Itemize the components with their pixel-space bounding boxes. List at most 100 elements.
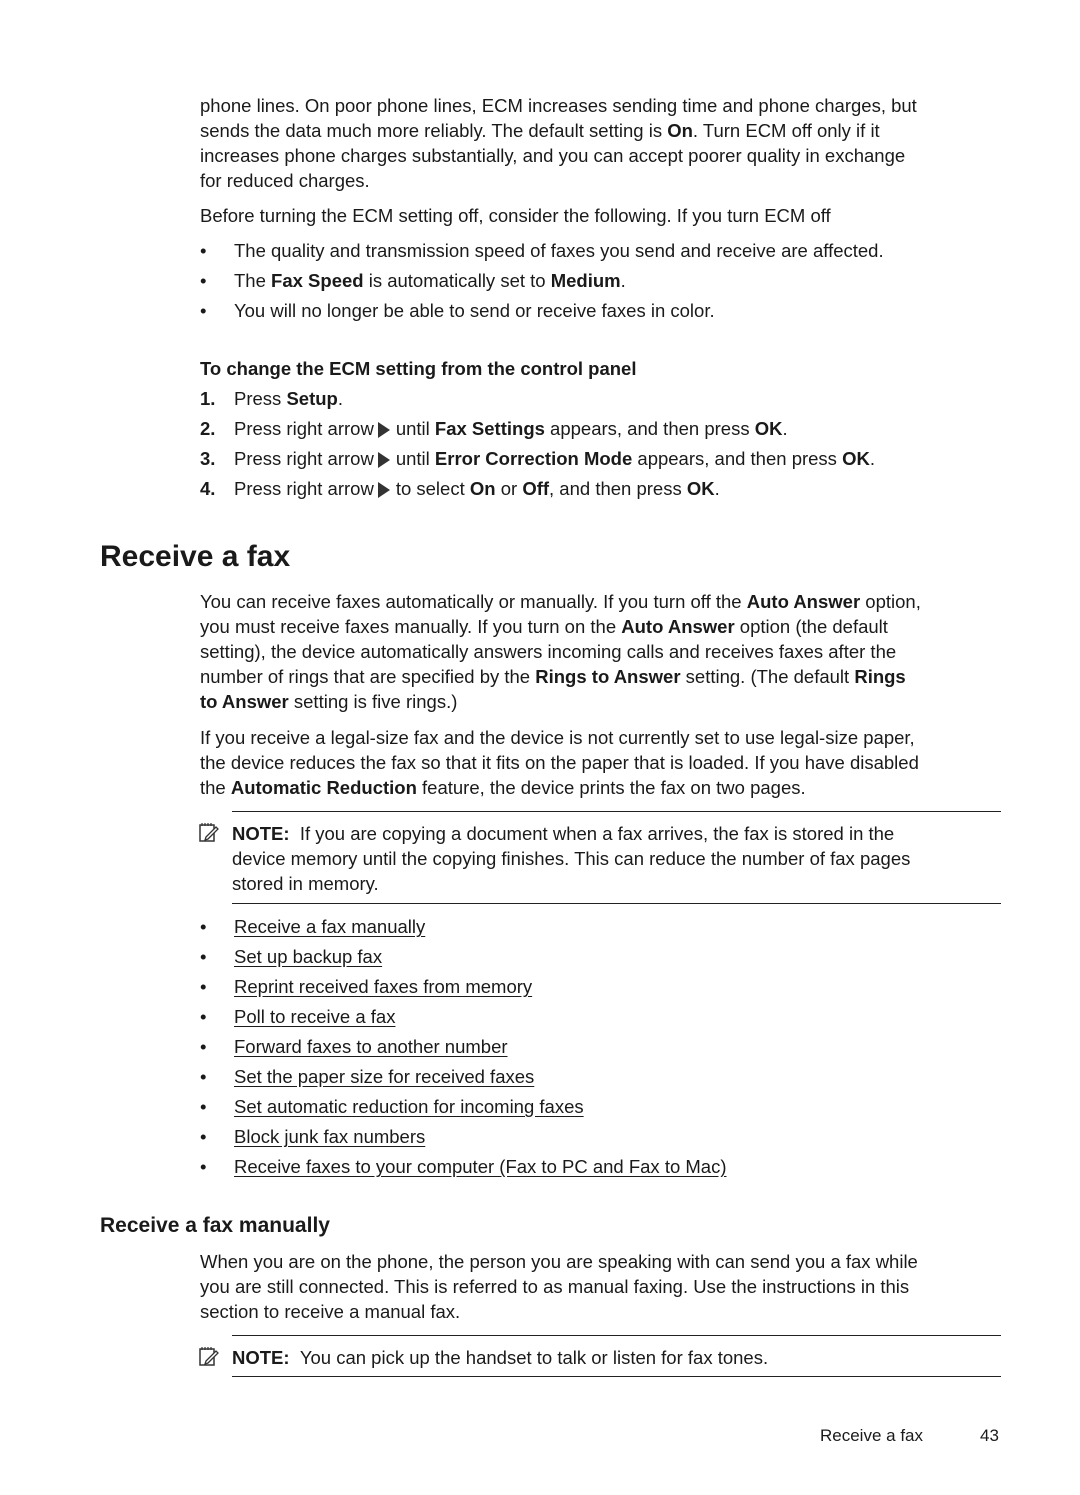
step-text: Press Setup.: [234, 388, 343, 409]
note-top-rule: [232, 1335, 1001, 1336]
link-poll-to-receive[interactable]: Poll to receive a fax: [234, 1004, 395, 1029]
bold-term: Rings: [854, 666, 906, 687]
bold-term: OK: [842, 448, 870, 469]
procedure-step: 3. Press right arrow until Error Correcti…: [200, 446, 1010, 471]
procedure-step: 2. Press right arrow until Fax Settings a…: [200, 416, 1010, 441]
page-number: 43: [980, 1426, 999, 1445]
intro-line: phone lines. On poor phone lines, ECM in…: [200, 95, 917, 116]
link-fax-to-pc[interactable]: Receive faxes to your computer (Fax to P…: [234, 1154, 727, 1179]
bullet-icon: •: [200, 976, 207, 997]
right-arrow-icon: [377, 452, 390, 468]
paragraph-line: the Automatic Reduction feature, the dev…: [200, 777, 806, 798]
ecm-bullet: • You will no longer be able to send or …: [200, 298, 1010, 323]
paragraph-line: When you are on the phone, the person yo…: [200, 1251, 918, 1272]
bold-term: Medium: [550, 270, 621, 291]
step-number: 1.: [200, 388, 216, 409]
bullet-icon: •: [200, 1066, 207, 1087]
link-item: • Set automatic reduction for incoming f…: [200, 1094, 1010, 1119]
bold-term: OK: [754, 418, 783, 439]
footer-section-name: Receive a fax: [820, 1426, 923, 1445]
procedure-step: 4. Press right arrow to select On or Off,…: [200, 476, 1010, 501]
bold-term: Error Correction Mode: [434, 448, 633, 469]
manual-paragraph: When you are on the phone, the person yo…: [200, 1249, 1010, 1324]
bullet-icon: •: [200, 1036, 207, 1057]
note-icon: [199, 1347, 219, 1366]
legal-size-paragraph: If you receive a legal-size fax and the …: [200, 725, 1010, 800]
link-block-junk-fax[interactable]: Block junk fax numbers: [234, 1124, 425, 1149]
note-bottom-rule: [232, 1376, 1001, 1377]
note-body: NOTE: You can pick up the handset to tal…: [232, 1345, 1007, 1370]
link-forward-faxes[interactable]: Forward faxes to another number: [234, 1034, 508, 1059]
ecm-off-intro: Before turning the ECM setting off, cons…: [200, 205, 831, 226]
procedure-heading: To change the ECM setting from the contr…: [200, 358, 637, 379]
intro-line: increases phone charges substantially, a…: [200, 145, 906, 166]
right-arrow-icon: [377, 482, 390, 498]
note-label: NOTE:: [232, 1347, 290, 1368]
bold-term: On: [667, 120, 693, 141]
bold-term: Automatic Reduction: [230, 777, 417, 798]
bullet-text: You will no longer be able to send or re…: [234, 300, 715, 321]
bold-term: Rings to Answer: [535, 666, 681, 687]
paragraph-line: number of rings that are specified by th…: [200, 666, 906, 687]
step-number: 4.: [200, 478, 216, 499]
note-line: device memory until the copying finishes…: [232, 848, 911, 869]
bold-term: Fax Settings: [434, 418, 545, 439]
note-bottom-rule: [232, 903, 1001, 904]
bold-term: Off: [522, 478, 550, 499]
bullet-icon: •: [200, 300, 207, 321]
note-top-rule: [232, 811, 1001, 812]
paragraph-line: setting), the device automatically answe…: [200, 641, 897, 662]
bullet-text: The Fax Speed is automatically set to Me…: [234, 270, 626, 291]
link-item: • Reprint received faxes from memory: [200, 974, 1010, 999]
bullet-text: The quality and transmission speed of fa…: [234, 240, 884, 261]
note-body: NOTE: If you are copying a document when…: [232, 821, 1007, 896]
bullet-icon: •: [200, 946, 207, 967]
subsection-title: Receive a fax manually: [100, 1214, 330, 1237]
intro-line: for reduced charges.: [200, 170, 370, 191]
paragraph-line: you are still connected. This is referre…: [200, 1276, 910, 1297]
link-reprint-received-faxes[interactable]: Reprint received faxes from memory: [234, 974, 532, 999]
bold-term: Auto Answer: [746, 591, 861, 612]
link-paper-size[interactable]: Set the paper size for received faxes: [234, 1064, 534, 1089]
link-set-up-backup-fax[interactable]: Set up backup fax: [234, 944, 382, 969]
procedure-step: 1. Press Setup.: [200, 386, 1010, 411]
paragraph-line: If you receive a legal-size fax and the …: [200, 727, 915, 748]
note-label: NOTE:: [232, 823, 290, 844]
bold-term: On: [469, 478, 496, 499]
paragraph-line: you must receive faxes manually. If you …: [200, 616, 888, 637]
section-title: Receive a fax: [100, 540, 291, 573]
bullet-icon: •: [200, 1126, 207, 1147]
link-item: • Forward faxes to another number: [200, 1034, 1010, 1059]
paragraph-line: You can receive faxes automatically or m…: [200, 591, 921, 612]
link-item: • Receive a fax manually: [200, 914, 1010, 939]
bold-term: Setup: [286, 388, 338, 409]
note-line: stored in memory.: [232, 873, 379, 894]
bold-term: Fax Speed: [271, 270, 364, 291]
paragraph-line: section to receive a manual fax.: [200, 1301, 461, 1322]
link-automatic-reduction[interactable]: Set automatic reduction for incoming fax…: [234, 1094, 584, 1119]
right-arrow-icon: [377, 422, 390, 438]
link-item: • Set the paper size for received faxes: [200, 1064, 1010, 1089]
bullet-icon: •: [200, 916, 207, 937]
step-number: 2.: [200, 418, 216, 439]
bold-term: Auto Answer: [621, 616, 735, 637]
note-icon: [199, 823, 219, 842]
link-item: • Receive faxes to your computer (Fax to…: [200, 1154, 1010, 1179]
receive-paragraph: You can receive faxes automatically or m…: [200, 589, 1010, 714]
step-text: Press right arrow until Fax Settings appe…: [234, 418, 788, 439]
ecm-bullet: • The quality and transmission speed of …: [200, 238, 1010, 263]
step-text: Press right arrow to select On or Off, an…: [234, 478, 720, 499]
bold-term: to Answer: [200, 691, 289, 712]
link-receive-fax-manually[interactable]: Receive a fax manually: [234, 914, 425, 939]
bold-term: OK: [686, 478, 715, 499]
note-line: If you are copying a document when a fax…: [299, 823, 895, 844]
ecm-bullet: • The Fax Speed is automatically set to …: [200, 268, 1010, 293]
intro-paragraph: phone lines. On poor phone lines, ECM in…: [200, 93, 1010, 193]
bullet-icon: •: [200, 240, 207, 261]
step-number: 3.: [200, 448, 216, 469]
bullet-icon: •: [200, 1006, 207, 1027]
bullet-icon: •: [200, 1096, 207, 1117]
bullet-icon: •: [200, 1156, 207, 1177]
link-item: • Set up backup fax: [200, 944, 1010, 969]
link-item: • Poll to receive a fax: [200, 1004, 1010, 1029]
